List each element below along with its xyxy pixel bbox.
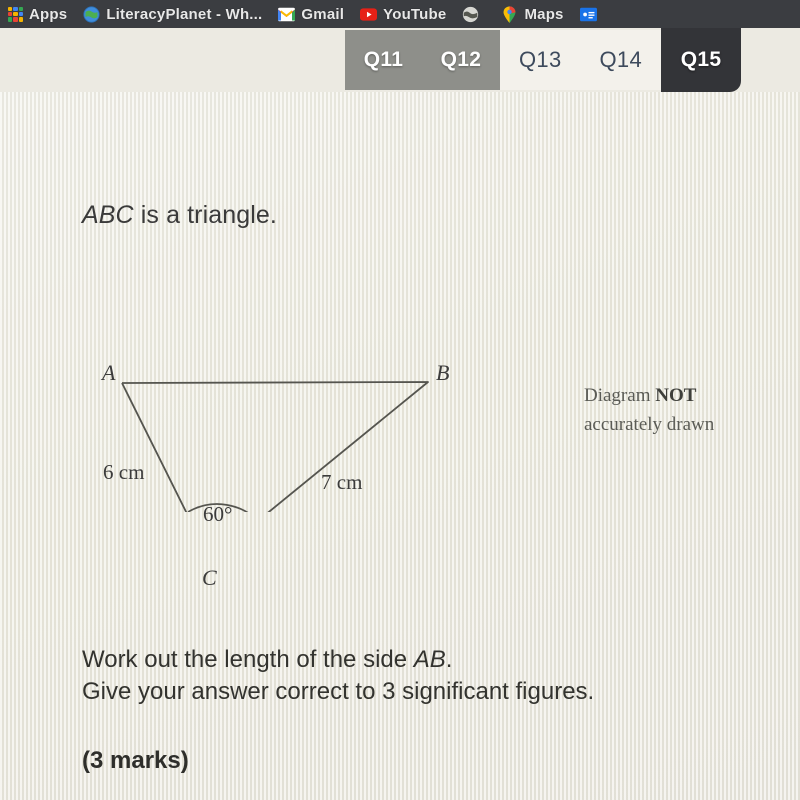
- note-line2: accurately drawn: [584, 413, 715, 435]
- bookmark-label: YouTube: [383, 5, 447, 23]
- bookmark-label: Gmail: [301, 5, 345, 23]
- bookmark-classroom[interactable]: [572, 0, 611, 28]
- classroom-icon: [579, 7, 597, 21]
- heading-rest: is a triangle.: [133, 201, 277, 229]
- gmail-icon: [278, 7, 296, 21]
- side-label-ca: 6 cm: [103, 460, 145, 484]
- diagram-not-accurate-note: Diagram NOT accurately drawn: [584, 382, 714, 439]
- tab-q12[interactable]: Q12: [435, 44, 488, 76]
- bookmarks-bar: Apps LiteracyPlanet - Wh... Gmail YouTub…: [0, 0, 800, 28]
- vertex-label-a: A: [102, 360, 116, 385]
- note-prefix: Diagram: [584, 385, 656, 406]
- tab-group-inactive-grey: Q11 Q12: [345, 30, 500, 90]
- vertex-label-c: C: [202, 565, 217, 590]
- bookmark-literacyplanet[interactable]: LiteracyPlanet - Wh...: [75, 0, 270, 28]
- bookmark-label: Apps: [29, 5, 68, 23]
- question-prompt: Work out the length of the side AB. Give…: [82, 644, 594, 708]
- bookmark-apps[interactable]: Apps: [0, 0, 75, 28]
- tab-q14[interactable]: Q14: [594, 43, 648, 77]
- worksheet-paper: ABC is a triangle. A B C 6 cm 7 cm 60° D…: [0, 92, 800, 800]
- browser-screenshot: Apps LiteracyPlanet - Wh... Gmail YouTub…: [0, 0, 800, 800]
- bookmark-globe-dark[interactable]: [454, 0, 493, 28]
- heading-italic-abc: ABC: [82, 201, 134, 229]
- marks-label: (3 marks): [82, 747, 189, 774]
- bookmark-maps[interactable]: Maps: [493, 0, 571, 28]
- angle-label-c: 60°: [203, 502, 233, 526]
- tab-q13[interactable]: Q13: [513, 43, 567, 77]
- page-title: ABC is a triangle.: [82, 201, 277, 230]
- globe-dark-icon: [463, 6, 479, 22]
- vertex-label-b: B: [436, 360, 450, 385]
- bookmark-gmail[interactable]: Gmail: [270, 0, 352, 28]
- side-label-cb: 7 cm: [321, 470, 363, 494]
- prompt-line1-italic-ab: AB: [413, 646, 446, 673]
- tab-q11[interactable]: Q11: [358, 44, 409, 76]
- bookmark-label: Maps: [524, 5, 564, 23]
- tab-q15-active[interactable]: Q15: [661, 28, 741, 92]
- globe-icon: [83, 5, 100, 23]
- prompt-line2: Give your answer correct to 3 significan…: [82, 677, 595, 705]
- apps-grid-icon: [8, 6, 23, 22]
- bookmark-label: LiteracyPlanet - Wh...: [106, 5, 263, 23]
- prompt-line1-b: .: [445, 646, 453, 673]
- question-tab-strip: Q11 Q12 Q13 Q14 Q15: [0, 28, 800, 92]
- tab-group-inactive-light: Q13 Q14: [500, 30, 661, 90]
- youtube-icon: [360, 7, 378, 21]
- triangle-outline: [121, 381, 429, 512]
- bookmark-youtube[interactable]: YouTube: [352, 0, 454, 28]
- maps-pin-icon: [504, 5, 516, 23]
- triangle-diagram: A B C 6 cm 7 cm 60°: [80, 262, 480, 590]
- prompt-line1-a: Work out the length of the side: [82, 646, 414, 673]
- note-bold-not: NOT: [655, 385, 697, 406]
- tab-q15-label: Q15: [680, 48, 722, 71]
